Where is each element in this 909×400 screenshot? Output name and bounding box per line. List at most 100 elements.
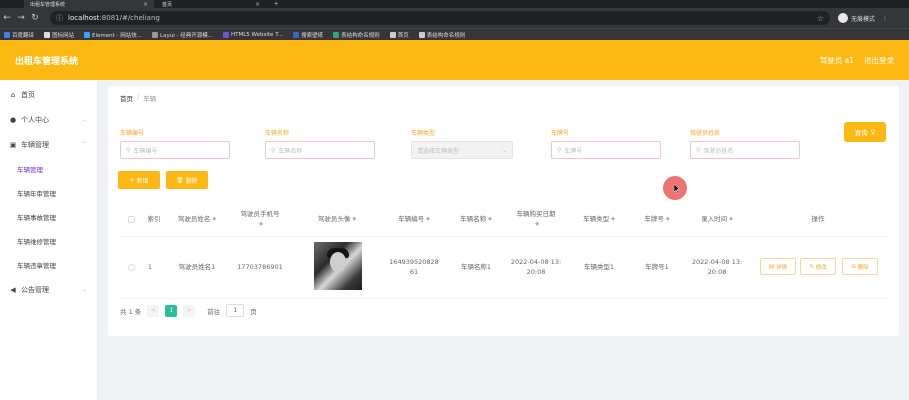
sidebar-item-label: 车辆管理 xyxy=(21,140,49,149)
sidebar-item-label: 公告管理 xyxy=(21,285,49,294)
breadcrumb-home[interactable]: 首页 xyxy=(120,93,133,103)
select-all-checkbox[interactable] xyxy=(124,202,138,236)
vehicle-no-input[interactable]: ⚲ 车辆编号 xyxy=(120,141,230,159)
sidebar-subitem-accident[interactable]: 车辆事故管理 xyxy=(0,205,97,229)
table-header-cell[interactable]: 车辆购买日期 ◆ xyxy=(506,202,566,236)
bookmark-item[interactable]: HTML5 Website T... xyxy=(222,31,283,38)
pagination-total: 共 1 条 xyxy=(120,307,142,316)
url-path: :8081/#/cheliang xyxy=(99,14,160,22)
bookmark-item[interactable]: 百度翻译 xyxy=(4,31,34,39)
sidebar-subitem-vehicle-manage[interactable]: 车辆管理 xyxy=(0,157,97,181)
app-title: 出租车管理系统 xyxy=(15,56,79,67)
sidebar-item-notices[interactable]: ◀ 公告管理 ⌄ xyxy=(0,277,97,302)
search-icon: ⚲ xyxy=(126,146,131,154)
table-header-cell[interactable]: 驾驶员姓名 ◆ xyxy=(168,202,226,236)
bookmark-item[interactable]: 表结构命名规则 xyxy=(418,31,465,39)
row-checkbox[interactable] xyxy=(124,236,138,298)
incognito-profile[interactable]: 无痕模式 ⋮ xyxy=(838,13,888,23)
vehicle-name-input[interactable]: ⚲ 车辆名称 xyxy=(265,141,375,159)
chevron-down-icon: ⌄ xyxy=(81,116,87,123)
chevron-up-icon: ⌃ xyxy=(81,141,87,148)
close-tab-icon[interactable]: × xyxy=(255,1,260,8)
filter-label: 车辆类型 xyxy=(411,130,436,137)
sidebar-item-vehicles[interactable]: ▣ 车辆管理 ⌃ xyxy=(0,132,97,157)
goto-page-input[interactable]: 1 xyxy=(226,304,245,317)
sort-icon[interactable]: ◆ xyxy=(259,219,263,229)
query-button[interactable]: 查询 ⚲ xyxy=(844,122,886,142)
sort-icon[interactable]: ◆ xyxy=(535,219,539,229)
table-header-cell[interactable]: 驾驶员头像 ◆ xyxy=(306,202,368,236)
pagination: 共 1 条 < 1 > 前往 1 页 xyxy=(120,304,257,317)
detail-button[interactable]: ▤ 详情 xyxy=(760,258,796,275)
url-field[interactable]: ⓘ localhost:8081/#/cheliang ☆ xyxy=(50,11,830,25)
reload-icon[interactable]: ↻ xyxy=(28,13,42,23)
filter-label: 车辆名称 xyxy=(265,130,290,137)
filter-plate: 车牌号 ⚲ 车牌号 xyxy=(551,128,661,159)
menu-icon[interactable]: ⋮ xyxy=(882,15,888,22)
forward-icon[interactable]: → xyxy=(14,13,28,23)
sort-icon[interactable]: ◆ xyxy=(426,214,430,224)
bookmark-item[interactable]: Layui - 经典开源模... xyxy=(152,31,213,39)
sort-icon[interactable]: ◆ xyxy=(666,214,670,224)
back-icon[interactable]: ← xyxy=(0,13,14,23)
table-cell: 车牌号1 xyxy=(645,263,669,271)
close-tab-icon[interactable]: × xyxy=(143,1,148,8)
chevron-down-icon: ⌄ xyxy=(501,146,507,154)
bookmark-item[interactable]: 首页 xyxy=(389,31,409,39)
filter-vehicle-no: 车辆编号 ⚲ 车辆编号 xyxy=(120,128,230,159)
driver-name-input[interactable]: ⚲ 驾驶员姓名 xyxy=(690,141,800,159)
page-suffix: 页 xyxy=(250,307,257,316)
sort-icon[interactable]: ◆ xyxy=(488,214,492,224)
next-page-button[interactable]: > xyxy=(183,304,196,317)
address-bar-row: ← → ↻ ⓘ localhost:8081/#/cheliang ☆ 无痕模式… xyxy=(0,8,909,28)
url-host: localhost xyxy=(68,14,100,22)
current-user: 驾驶员 a1 xyxy=(819,55,854,65)
sort-icon[interactable]: ◆ xyxy=(611,214,615,224)
info-icon[interactable]: ⓘ xyxy=(56,13,63,23)
bookmark-item[interactable]: 搜索壁纸 xyxy=(293,31,323,39)
table-header-cell[interactable]: 车牌号 ◆ xyxy=(632,202,682,236)
sort-icon[interactable]: ◆ xyxy=(729,214,733,224)
page-number-button[interactable]: 1 xyxy=(165,304,178,317)
table-header-cell[interactable]: 驾驶员手机号 ◆ xyxy=(228,202,292,236)
table-header-cell[interactable]: 车辆编号 ◆ xyxy=(382,202,446,236)
logout-link[interactable]: 退出登录 xyxy=(864,55,894,66)
edit-button[interactable]: ✎ 修改 xyxy=(800,258,836,275)
main-content: 首页 / 车辆 车辆编号 ⚲ 车辆编号 车辆名称 ⚲ 车辆名称 车辆类型 请选择车辆… xyxy=(108,86,899,336)
sort-icon[interactable]: ◆ xyxy=(212,214,216,224)
sidebar-item-profile[interactable]: ● 个人中心 ⌄ xyxy=(0,107,97,132)
sidebar-subitem-annual-review[interactable]: 车辆年审管理 xyxy=(0,181,97,205)
vehicle-type-select[interactable]: 请选择车辆类型 ⌄ xyxy=(411,141,513,159)
incognito-icon xyxy=(838,13,848,23)
search-icon: ⚲ xyxy=(870,128,876,136)
bookmark-item[interactable]: 图标网站 xyxy=(44,31,74,39)
browser-tab-active[interactable]: 出租车管理系统 × xyxy=(24,0,154,8)
sidebar-subitem-violation[interactable]: 车辆违章管理 xyxy=(0,253,97,277)
prev-page-button[interactable]: < xyxy=(147,304,160,317)
table-header-cell[interactable]: 录入时间 ◆ xyxy=(684,202,750,236)
table-header-cell: 操作 xyxy=(811,215,825,223)
bookmark-item[interactable]: Element - 网站快... xyxy=(84,31,142,39)
plate-input[interactable]: ⚲ 车牌号 xyxy=(551,141,661,159)
table-cell: 164939520828 61 xyxy=(389,258,439,276)
trash-icon: ⊟ xyxy=(851,263,856,270)
bookmark-item[interactable]: 表结构命名规则 xyxy=(333,31,380,39)
row-delete-button[interactable]: ⊟ 删除 xyxy=(842,258,878,275)
table-cell: 驾驶员姓名1 xyxy=(178,263,216,271)
table-header-cell[interactable]: 索引 xyxy=(142,202,166,236)
bookmark-star-icon[interactable]: ☆ xyxy=(817,14,824,23)
table-header-cell[interactable]: 车辆类型 ◆ xyxy=(568,202,630,236)
browser-tab[interactable]: 首页 × xyxy=(156,0,266,8)
table-header-cell[interactable]: 车辆名称 ◆ xyxy=(448,202,504,236)
driver-avatar-image[interactable] xyxy=(314,242,362,290)
breadcrumb-separator: / xyxy=(137,93,140,101)
new-tab-icon[interactable]: + xyxy=(268,0,282,8)
sidebar-subitem-repair[interactable]: 车辆维修管理 xyxy=(0,229,97,253)
delete-button[interactable]: 🗑 删除 xyxy=(166,171,208,189)
add-button[interactable]: + 新增 xyxy=(118,171,160,189)
sidebar-item-home[interactable]: ⌂ 首页 xyxy=(0,82,97,107)
profile-label: 无痕模式 xyxy=(851,15,876,23)
sort-icon[interactable]: ◆ xyxy=(352,214,356,224)
breadcrumb: 首页 / 车辆 xyxy=(120,93,156,103)
filter-vehicle-name: 车辆名称 ⚲ 车辆名称 xyxy=(265,128,375,159)
